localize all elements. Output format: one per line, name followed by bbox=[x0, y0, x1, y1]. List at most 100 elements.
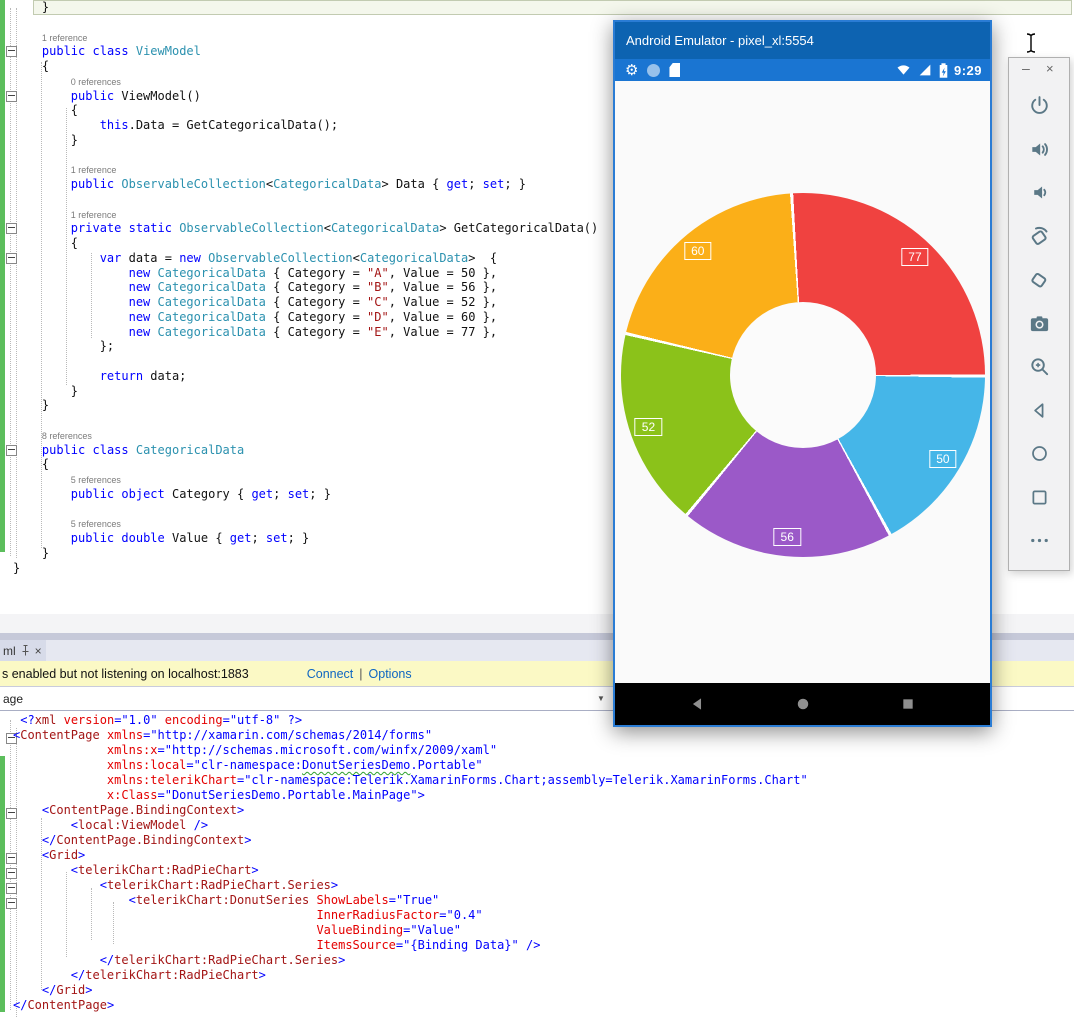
code-token: this bbox=[99, 118, 129, 132]
code-token: encoding bbox=[164, 713, 223, 727]
code-token: new bbox=[128, 309, 151, 324]
document-tab[interactable]: ml × bbox=[0, 640, 46, 661]
code-token: ; } bbox=[504, 177, 527, 191]
code-token: Value { bbox=[164, 531, 230, 545]
emulator-title-bar[interactable]: Android Emulator - pixel_xl:5554 bbox=[615, 22, 990, 59]
code-token: > GetCategoricalData() bbox=[439, 221, 599, 236]
code-token: public bbox=[70, 531, 115, 545]
code-token: < bbox=[352, 250, 360, 265]
slice-label: 50 bbox=[929, 449, 957, 468]
fold-toggle[interactable] bbox=[6, 223, 17, 235]
code-line: 5 references bbox=[13, 516, 598, 531]
code-line: var data = new ObservableCollection<Cate… bbox=[13, 251, 598, 266]
ide-screen: { "ide": { "top_editor": { "lines": [ {"… bbox=[0, 0, 1074, 1021]
code-line: ValueBinding="Value" bbox=[13, 923, 808, 938]
code-token: "http://schemas.microsoft.com/winfx/2009… bbox=[164, 743, 498, 757]
overview-button[interactable] bbox=[1009, 476, 1069, 520]
chevron-down-icon[interactable]: ▼ bbox=[597, 694, 605, 703]
fold-toggle[interactable] bbox=[6, 444, 17, 456]
code-token: "True" bbox=[395, 893, 440, 907]
code-token: ShowLabels bbox=[316, 893, 389, 907]
rotate-left-button[interactable] bbox=[1009, 215, 1069, 259]
code-line: return data; bbox=[13, 369, 598, 384]
code-line: 1 reference bbox=[13, 162, 598, 177]
code-token: { Category = bbox=[265, 295, 368, 309]
notification-dot-icon bbox=[647, 63, 661, 77]
fold-toggle[interactable] bbox=[6, 252, 17, 264]
code-token: CategoricalData bbox=[157, 265, 266, 280]
code-line: { bbox=[13, 59, 598, 74]
fold-toggle[interactable] bbox=[6, 90, 17, 102]
code-line: } bbox=[13, 0, 598, 15]
volume-up-button[interactable] bbox=[1009, 128, 1069, 172]
code-token: , Value = 56 }, bbox=[388, 280, 498, 295]
code-line: } bbox=[13, 398, 598, 413]
code-line: </ContentPage> bbox=[13, 998, 808, 1013]
home-button[interactable] bbox=[794, 695, 812, 713]
code-token: set bbox=[482, 177, 505, 191]
options-link[interactable]: Options bbox=[369, 667, 412, 681]
code-token: ; } bbox=[287, 531, 310, 545]
pin-icon[interactable] bbox=[21, 645, 30, 656]
donut-hole bbox=[730, 302, 876, 448]
power-button[interactable] bbox=[1009, 84, 1069, 128]
code-token: "{Binding Data}" bbox=[403, 938, 519, 952]
dropdown-value: age bbox=[3, 692, 24, 706]
fold-margin bbox=[6, 0, 18, 614]
close-button[interactable]: × bbox=[1046, 61, 1054, 76]
code-line: <Grid> bbox=[13, 848, 808, 863]
code-token: { bbox=[13, 236, 79, 250]
code-token: "C" bbox=[367, 295, 389, 309]
volume-down-button[interactable] bbox=[1009, 171, 1069, 215]
fold-toggle[interactable] bbox=[6, 46, 17, 58]
code-token: ContentPage bbox=[20, 728, 100, 742]
code-token: { Category = bbox=[265, 324, 368, 339]
code-token: xmlns:local bbox=[106, 758, 187, 772]
settings-gear-icon: ⚙ bbox=[625, 61, 639, 79]
code-token: get bbox=[251, 486, 274, 501]
home-button[interactable] bbox=[1009, 432, 1069, 476]
code-token: telerikChart:RadPieChart bbox=[85, 968, 259, 982]
code-token: new bbox=[128, 324, 151, 339]
code-token: CategoricalData bbox=[157, 295, 266, 309]
code-token: 5 references bbox=[70, 475, 121, 485]
back-button[interactable] bbox=[1009, 389, 1069, 433]
code-token: ?> bbox=[287, 713, 303, 727]
minimize-button[interactable]: – bbox=[1022, 60, 1030, 76]
code-token: > bbox=[85, 983, 93, 997]
code-line: } bbox=[13, 384, 598, 399]
code-token: ViewModel() bbox=[114, 88, 201, 103]
code-token: { Category = bbox=[265, 265, 368, 280]
screenshot-button[interactable] bbox=[1009, 302, 1069, 346]
code-line: this.Data = GetCategoricalData(); bbox=[13, 118, 598, 133]
code-token: ContentPage.BindingContext bbox=[49, 803, 237, 817]
code-token: ; } bbox=[309, 486, 331, 501]
recents-button[interactable] bbox=[900, 696, 916, 712]
code-token: DonutSeriesDemo bbox=[302, 758, 411, 772]
back-button[interactable] bbox=[689, 695, 706, 713]
zoom-button[interactable] bbox=[1009, 345, 1069, 389]
code-line: 1 reference bbox=[13, 30, 598, 45]
more-button[interactable] bbox=[1009, 519, 1069, 563]
slice-label: 56 bbox=[773, 528, 801, 547]
code-token: /> bbox=[193, 818, 209, 832]
code-token: 1 reference bbox=[70, 209, 117, 220]
close-tab-icon[interactable]: × bbox=[35, 644, 42, 658]
code-token: { bbox=[13, 457, 50, 472]
rotate-right-button[interactable] bbox=[1009, 258, 1069, 302]
connect-link[interactable]: Connect bbox=[307, 667, 354, 681]
code-line: public class ViewModel bbox=[13, 44, 598, 59]
code-token: ; bbox=[251, 531, 266, 545]
battery-charging-icon bbox=[939, 62, 948, 78]
